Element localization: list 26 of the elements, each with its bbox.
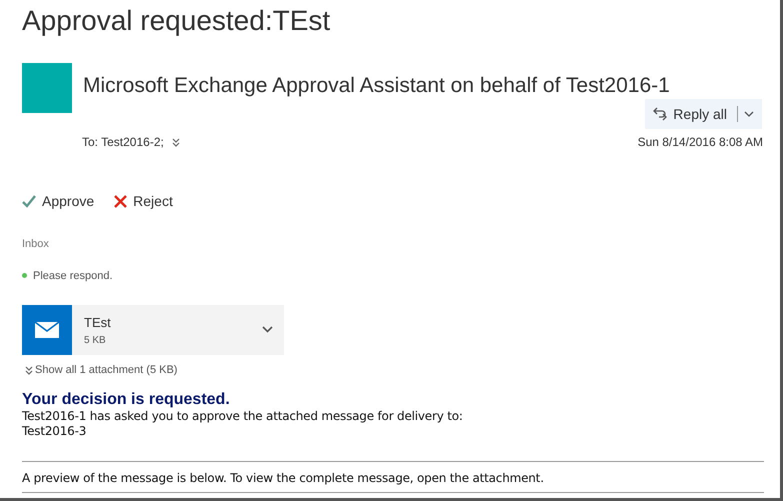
reject-button[interactable]: Reject <box>114 191 173 212</box>
folder-label: Inbox <box>22 237 50 252</box>
reply-all-icon <box>653 106 668 122</box>
email-subject: Approval requested:TEst <box>22 4 332 38</box>
preview-note: A preview of the message is below. To view the complete message, open the attachment. <box>22 470 545 486</box>
chevron-down-icon <box>262 326 273 333</box>
x-icon <box>114 195 128 208</box>
decision-heading: Your decision is requested. <box>22 390 231 408</box>
sent-date: Sun 8/14/2016 8:08 AM <box>638 134 763 151</box>
reply-all-button[interactable]: Reply all <box>645 99 762 129</box>
recipient-line: To: Test2016-2; <box>82 134 164 151</box>
attachment-size: 5 KB <box>84 334 107 348</box>
sender-name: Microsoft Exchange Approval Assistant on behalf of Test2016-1 <box>83 73 670 99</box>
envelope-icon <box>35 322 59 338</box>
attachment-card[interactable]: TEst 5 KB <box>22 305 284 355</box>
body-text: Test2016-1 has asked you to approve the attached message for delivery to: <box>22 408 464 424</box>
flag-text: Please respond. <box>33 268 112 284</box>
body-text: Test2016-3 <box>22 424 88 438</box>
checkmark-icon <box>22 195 36 208</box>
double-chevron-icon <box>172 138 180 146</box>
sender-avatar <box>22 63 72 113</box>
attachment-name: TEst <box>84 315 112 331</box>
chevron-down-icon <box>744 111 754 117</box>
approve-button[interactable]: Approve <box>22 191 94 212</box>
double-chevron-icon <box>25 366 33 375</box>
show-all-attachments-link[interactable]: Show all 1 attachment (5 KB) <box>25 362 178 378</box>
